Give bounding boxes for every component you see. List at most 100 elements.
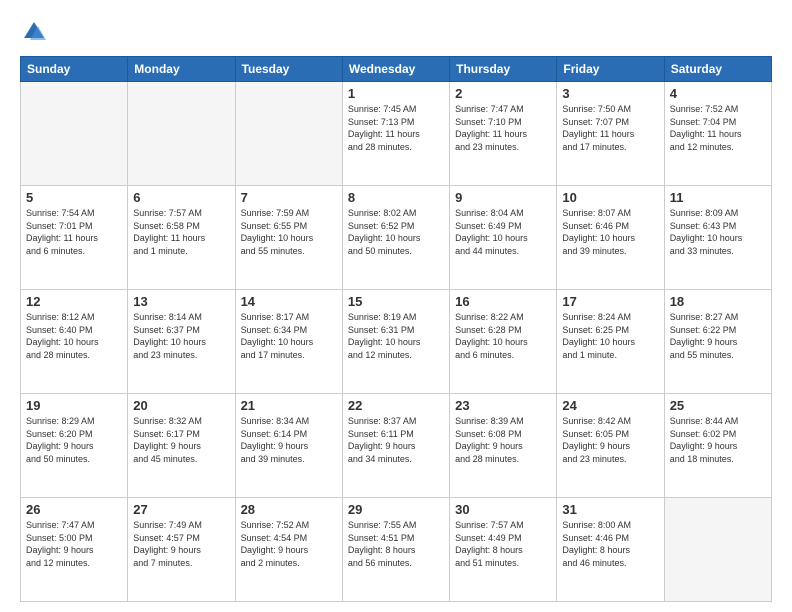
calendar-body: 1 Sunrise: 7:45 AM Sunset: 7:13 PM Daylig… [21,82,772,602]
day-number: 3 [562,86,658,101]
cell-details: Sunrise: 7:47 AM Sunset: 5:00 PM Dayligh… [26,519,122,569]
cell-details: Sunrise: 8:04 AM Sunset: 6:49 PM Dayligh… [455,207,551,257]
calendar-cell: 21 Sunrise: 8:34 AM Sunset: 6:14 PM Dayli… [235,394,342,498]
calendar-cell: 14 Sunrise: 8:17 AM Sunset: 6:34 PM Dayli… [235,290,342,394]
calendar-cell: 9Sunrise: 8:04 AM Sunset: 6:49 PM Daylig… [450,186,557,290]
day-number: 26 [26,502,122,517]
cell-details: Sunrise: 8:22 AM Sunset: 6:28 PM Dayligh… [455,311,551,361]
cell-details: Sunrise: 8:42 AM Sunset: 6:05 PM Dayligh… [562,415,658,465]
calendar-cell: 13 Sunrise: 8:14 AM Sunset: 6:37 PM Dayli… [128,290,235,394]
calendar-cell: 22 Sunrise: 8:37 AM Sunset: 6:11 PM Dayli… [342,394,449,498]
calendar-table: SundayMondayTuesdayWednesdayThursdayFrid… [20,56,772,602]
calendar-week-3: 19 Sunrise: 8:29 AM Sunset: 6:20 PM Dayli… [21,394,772,498]
day-number: 18 [670,294,766,309]
cell-details: Sunrise: 7:52 AM Sunset: 4:54 PM Dayligh… [241,519,337,569]
calendar-header-thursday: Thursday [450,57,557,82]
cell-details: Sunrise: 8:27 AM Sunset: 6:22 PM Dayligh… [670,311,766,361]
day-number: 23 [455,398,551,413]
cell-details: Sunrise: 7:52 AM Sunset: 7:04 PM Dayligh… [670,103,766,153]
calendar-header-friday: Friday [557,57,664,82]
logo [20,18,52,46]
day-number: 15 [348,294,444,309]
cell-details: Sunrise: 7:57 AM Sunset: 6:58 PM Dayligh… [133,207,229,257]
cell-details: Sunrise: 8:14 AM Sunset: 6:37 PM Dayligh… [133,311,229,361]
cell-details: Sunrise: 7:49 AM Sunset: 4:57 PM Dayligh… [133,519,229,569]
calendar-header-sunday: Sunday [21,57,128,82]
calendar-cell: 30 Sunrise: 7:57 AM Sunset: 4:49 PM Dayli… [450,498,557,602]
page: SundayMondayTuesdayWednesdayThursdayFrid… [0,0,792,612]
cell-details: Sunrise: 8:24 AM Sunset: 6:25 PM Dayligh… [562,311,658,361]
calendar-cell: 17Sunrise: 8:24 AM Sunset: 6:25 PM Dayli… [557,290,664,394]
day-number: 31 [562,502,658,517]
cell-details: Sunrise: 7:50 AM Sunset: 7:07 PM Dayligh… [562,103,658,153]
cell-details: Sunrise: 7:59 AM Sunset: 6:55 PM Dayligh… [241,207,337,257]
cell-details: Sunrise: 8:39 AM Sunset: 6:08 PM Dayligh… [455,415,551,465]
calendar-cell: 19 Sunrise: 8:29 AM Sunset: 6:20 PM Dayli… [21,394,128,498]
day-number: 6 [133,190,229,205]
calendar-cell: 29 Sunrise: 7:55 AM Sunset: 4:51 PM Dayli… [342,498,449,602]
day-number: 24 [562,398,658,413]
day-number: 12 [26,294,122,309]
cell-details: Sunrise: 8:44 AM Sunset: 6:02 PM Dayligh… [670,415,766,465]
cell-details: Sunrise: 7:54 AM Sunset: 7:01 PM Dayligh… [26,207,122,257]
cell-details: Sunrise: 7:47 AM Sunset: 7:10 PM Dayligh… [455,103,551,153]
day-number: 10 [562,190,658,205]
day-number: 22 [348,398,444,413]
day-number: 19 [26,398,122,413]
cell-details: Sunrise: 8:02 AM Sunset: 6:52 PM Dayligh… [348,207,444,257]
cell-details: Sunrise: 8:07 AM Sunset: 6:46 PM Dayligh… [562,207,658,257]
day-number: 14 [241,294,337,309]
calendar-cell: 5 Sunrise: 7:54 AM Sunset: 7:01 PM Daylig… [21,186,128,290]
calendar-week-0: 1 Sunrise: 7:45 AM Sunset: 7:13 PM Daylig… [21,82,772,186]
day-number: 13 [133,294,229,309]
day-number: 7 [241,190,337,205]
calendar-header-row: SundayMondayTuesdayWednesdayThursdayFrid… [21,57,772,82]
calendar-cell: 15 Sunrise: 8:19 AM Sunset: 6:31 PM Dayli… [342,290,449,394]
cell-details: Sunrise: 7:57 AM Sunset: 4:49 PM Dayligh… [455,519,551,569]
cell-details: Sunrise: 8:09 AM Sunset: 6:43 PM Dayligh… [670,207,766,257]
calendar-cell: 25 Sunrise: 8:44 AM Sunset: 6:02 PM Dayli… [664,394,771,498]
cell-details: Sunrise: 8:32 AM Sunset: 6:17 PM Dayligh… [133,415,229,465]
calendar-cell: 31 Sunrise: 8:00 AM Sunset: 4:46 PM Dayli… [557,498,664,602]
day-number: 20 [133,398,229,413]
calendar-cell: 7 Sunrise: 7:59 AM Sunset: 6:55 PM Daylig… [235,186,342,290]
day-number: 2 [455,86,551,101]
calendar-week-4: 26 Sunrise: 7:47 AM Sunset: 5:00 PM Dayli… [21,498,772,602]
calendar-cell [128,82,235,186]
cell-details: Sunrise: 8:37 AM Sunset: 6:11 PM Dayligh… [348,415,444,465]
day-number: 29 [348,502,444,517]
day-number: 11 [670,190,766,205]
day-number: 30 [455,502,551,517]
day-number: 21 [241,398,337,413]
calendar-cell: 18 Sunrise: 8:27 AM Sunset: 6:22 PM Dayli… [664,290,771,394]
calendar-cell: 23 Sunrise: 8:39 AM Sunset: 6:08 PM Dayli… [450,394,557,498]
day-number: 25 [670,398,766,413]
calendar-cell: 6 Sunrise: 7:57 AM Sunset: 6:58 PM Daylig… [128,186,235,290]
calendar-cell [235,82,342,186]
cell-details: Sunrise: 7:55 AM Sunset: 4:51 PM Dayligh… [348,519,444,569]
calendar-cell: 2 Sunrise: 7:47 AM Sunset: 7:10 PM Daylig… [450,82,557,186]
cell-details: Sunrise: 8:00 AM Sunset: 4:46 PM Dayligh… [562,519,658,569]
calendar-cell: 1 Sunrise: 7:45 AM Sunset: 7:13 PM Daylig… [342,82,449,186]
day-number: 5 [26,190,122,205]
logo-icon [20,18,48,46]
day-number: 28 [241,502,337,517]
calendar-cell: 24 Sunrise: 8:42 AM Sunset: 6:05 PM Dayli… [557,394,664,498]
header [20,18,772,46]
calendar-header-wednesday: Wednesday [342,57,449,82]
cell-details: Sunrise: 8:12 AM Sunset: 6:40 PM Dayligh… [26,311,122,361]
cell-details: Sunrise: 8:34 AM Sunset: 6:14 PM Dayligh… [241,415,337,465]
calendar-cell: 4Sunrise: 7:52 AM Sunset: 7:04 PM Daylig… [664,82,771,186]
calendar-header-monday: Monday [128,57,235,82]
day-number: 27 [133,502,229,517]
cell-details: Sunrise: 8:29 AM Sunset: 6:20 PM Dayligh… [26,415,122,465]
calendar-cell: 10 Sunrise: 8:07 AM Sunset: 6:46 PM Dayli… [557,186,664,290]
cell-details: Sunrise: 7:45 AM Sunset: 7:13 PM Dayligh… [348,103,444,153]
calendar-cell: 26 Sunrise: 7:47 AM Sunset: 5:00 PM Dayli… [21,498,128,602]
day-number: 16 [455,294,551,309]
cell-details: Sunrise: 8:17 AM Sunset: 6:34 PM Dayligh… [241,311,337,361]
cell-details: Sunrise: 8:19 AM Sunset: 6:31 PM Dayligh… [348,311,444,361]
calendar-week-1: 5 Sunrise: 7:54 AM Sunset: 7:01 PM Daylig… [21,186,772,290]
calendar-header-tuesday: Tuesday [235,57,342,82]
day-number: 1 [348,86,444,101]
